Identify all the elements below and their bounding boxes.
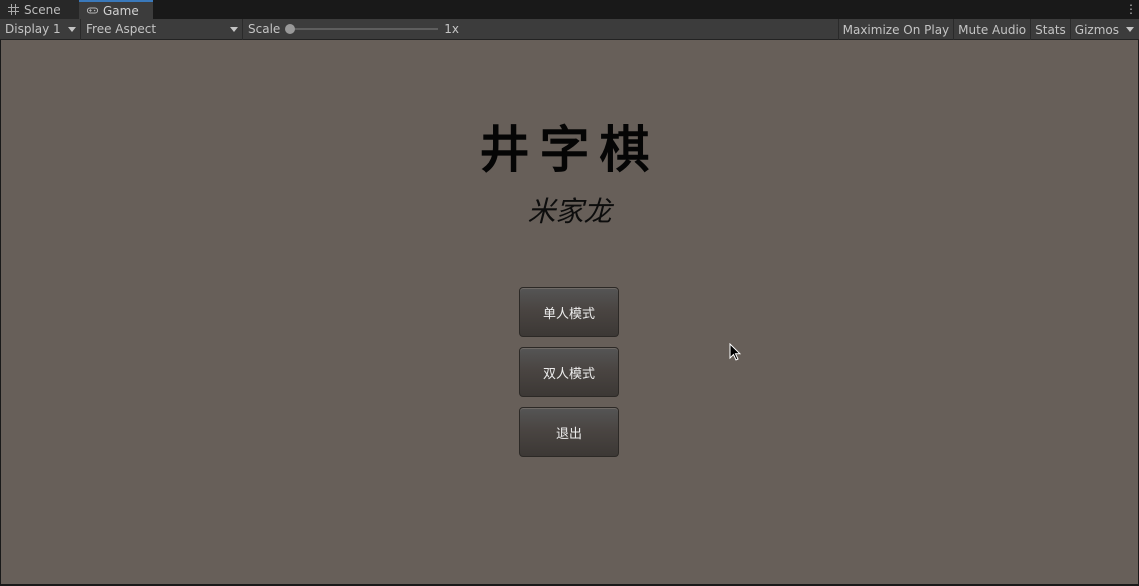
- scale-slider-thumb[interactable]: [285, 24, 296, 34]
- display-dropdown[interactable]: Display 1: [0, 18, 81, 40]
- toolbar-right-group: Maximize On Play Mute Audio Stats Gizmos: [837, 19, 1139, 40]
- stats-toggle[interactable]: Stats: [1030, 19, 1070, 40]
- scale-control: Scale 1x: [243, 19, 459, 40]
- gamepad-icon: [87, 7, 98, 14]
- two-player-button[interactable]: 双人模式: [519, 347, 619, 397]
- tab-bar: Scene Game ⋮: [0, 0, 1139, 19]
- game-view: 井字棋 米家龙 单人模式 双人模式 退出: [1, 40, 1138, 584]
- chevron-down-icon: [68, 26, 76, 32]
- chevron-down-icon: [230, 26, 238, 32]
- aspect-dropdown[interactable]: Free Aspect: [81, 18, 243, 40]
- game-subtitle: 米家龙: [527, 195, 612, 228]
- mute-audio-toggle[interactable]: Mute Audio: [953, 19, 1030, 40]
- more-options-icon[interactable]: ⋮: [1125, 2, 1137, 16]
- tab-label: Game: [103, 3, 139, 18]
- scale-slider[interactable]: [285, 24, 439, 34]
- tab-scene[interactable]: Scene: [0, 0, 79, 19]
- mouse-cursor-icon: [729, 343, 741, 361]
- unity-game-window: Scene Game ⋮ Display 1 Free Aspect Scale: [0, 0, 1139, 586]
- aspect-value: Free Aspect: [86, 22, 157, 36]
- chevron-down-icon: [1126, 27, 1134, 32]
- scale-label: Scale: [248, 22, 281, 36]
- game-toolbar: Display 1 Free Aspect Scale 1x Maximize …: [0, 18, 1139, 40]
- exit-button[interactable]: 退出: [519, 407, 619, 457]
- maximize-on-play-toggle[interactable]: Maximize On Play: [837, 19, 954, 40]
- display-value: Display 1: [5, 22, 61, 36]
- scale-value: 1x: [444, 22, 460, 36]
- single-player-button[interactable]: 单人模式: [519, 287, 619, 337]
- game-title: 井字棋: [479, 121, 660, 179]
- grid-icon: [8, 4, 19, 15]
- tab-label: Scene: [24, 2, 61, 17]
- gizmos-button[interactable]: Gizmos: [1069, 19, 1139, 40]
- gizmos-label: Gizmos: [1074, 22, 1119, 37]
- tab-game[interactable]: Game: [79, 0, 153, 19]
